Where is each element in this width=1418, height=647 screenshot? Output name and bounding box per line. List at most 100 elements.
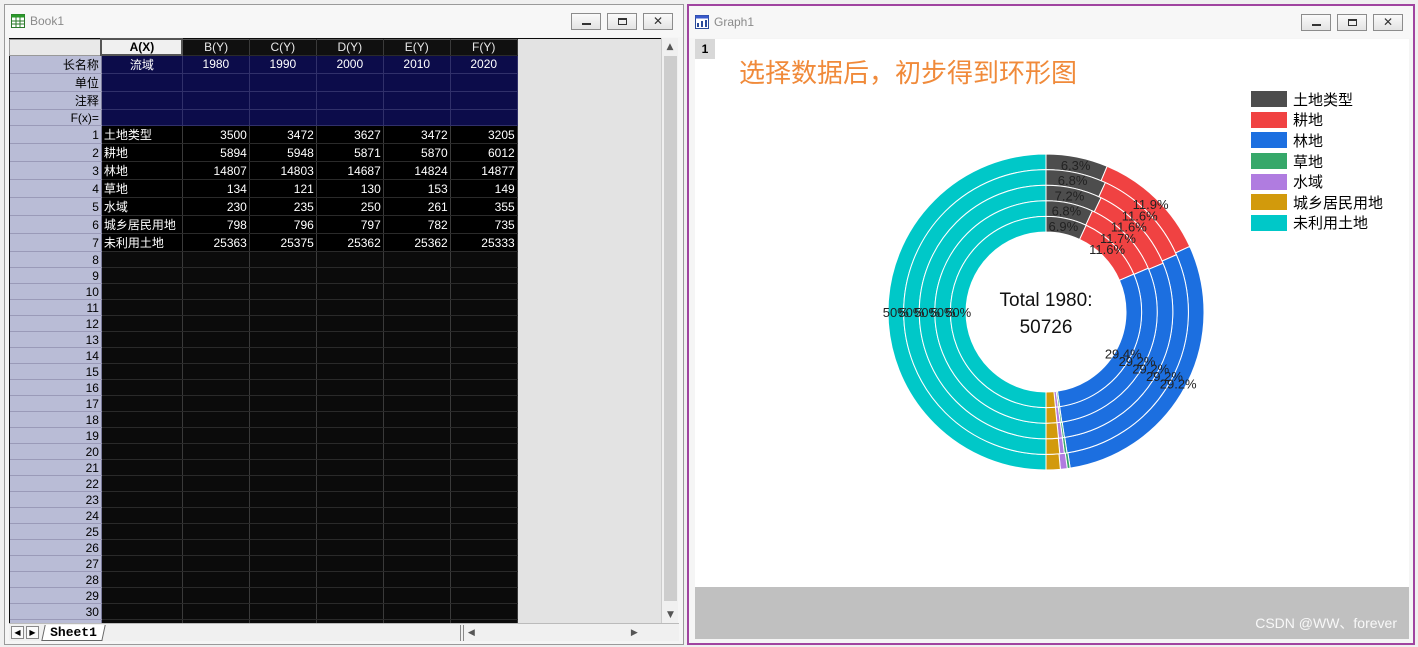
- legend-item[interactable]: 草地: [1251, 151, 1383, 172]
- column-header-4[interactable]: E(Y): [382, 38, 451, 56]
- table-row[interactable]: 21: [9, 459, 661, 476]
- donut-slice[interactable]: [1045, 406, 1058, 424]
- row-header[interactable]: 14: [9, 347, 102, 364]
- table-row[interactable]: 15: [9, 363, 661, 380]
- grid-cell[interactable]: [249, 331, 317, 348]
- legend-item[interactable]: 耕地: [1251, 110, 1383, 131]
- grid-cell[interactable]: [450, 475, 518, 492]
- row-header[interactable]: 8: [9, 251, 102, 268]
- workbook-window[interactable]: Book1 ✕ A(X) B(Y) C(Y) D(Y) E(Y) F(Y) 长名称 流域 19…: [4, 4, 684, 645]
- grid-cell[interactable]: [316, 443, 384, 460]
- table-row[interactable]: 16: [9, 379, 661, 396]
- grid-cell[interactable]: [316, 363, 384, 380]
- row-header[interactable]: 5: [9, 197, 102, 216]
- grid-cell[interactable]: [316, 459, 384, 476]
- grid-cell[interactable]: 25362: [316, 233, 384, 252]
- row-header[interactable]: 2: [9, 143, 102, 162]
- minimize-button[interactable]: [571, 12, 601, 30]
- grid-cell[interactable]: [316, 475, 384, 492]
- maximize-button[interactable]: [607, 12, 637, 30]
- grid-cell[interactable]: [450, 523, 518, 540]
- grid-cell[interactable]: [383, 73, 451, 92]
- donut-slice[interactable]: [1045, 422, 1060, 440]
- table-row[interactable]: 29: [9, 587, 661, 604]
- row-header[interactable]: 15: [9, 363, 102, 380]
- grid-cell[interactable]: [249, 283, 317, 300]
- grid-cell[interactable]: 355: [450, 197, 518, 216]
- grid-cell[interactable]: 782: [383, 215, 451, 234]
- row-header[interactable]: 16: [9, 379, 102, 396]
- donut-slice[interactable]: [1045, 437, 1061, 455]
- grid-cell[interactable]: [249, 315, 317, 332]
- grid-cell[interactable]: 134: [182, 179, 250, 198]
- grid-cell[interactable]: 14877: [450, 161, 518, 180]
- grid-cell[interactable]: [383, 459, 451, 476]
- grid-cell[interactable]: 25362: [383, 233, 451, 252]
- table-row[interactable]: 10: [9, 283, 661, 300]
- scroll-left-icon[interactable]: ◀: [468, 628, 475, 638]
- grid-cell[interactable]: [383, 603, 451, 620]
- table-row[interactable]: 23: [9, 491, 661, 508]
- row-header[interactable]: 12: [9, 315, 102, 332]
- grid-cell[interactable]: 149: [450, 179, 518, 198]
- grid-cell[interactable]: [182, 587, 250, 604]
- grid-cell[interactable]: [101, 427, 183, 444]
- grid-cell[interactable]: [450, 379, 518, 396]
- grid-cell[interactable]: [249, 91, 317, 110]
- grid-cell[interactable]: [450, 347, 518, 364]
- grid-cell[interactable]: [316, 91, 384, 110]
- grid-cell[interactable]: [450, 283, 518, 300]
- grid-cell[interactable]: [249, 603, 317, 620]
- grid-cell[interactable]: [182, 491, 250, 508]
- grid-cell[interactable]: [450, 73, 518, 92]
- grid-cell[interactable]: 25375: [249, 233, 317, 252]
- grid-cell[interactable]: 1990: [249, 55, 317, 74]
- grid-cell[interactable]: [450, 331, 518, 348]
- worksheet-grid[interactable]: A(X) B(Y) C(Y) D(Y) E(Y) F(Y) 长名称 流域 1980 1990 20…: [9, 38, 661, 623]
- grid-cell[interactable]: [450, 571, 518, 588]
- row-header[interactable]: 30: [9, 603, 102, 620]
- grid-cell[interactable]: [182, 523, 250, 540]
- grid-cell[interactable]: 250: [316, 197, 384, 216]
- legend-item[interactable]: 土地类型: [1251, 89, 1383, 110]
- row-header[interactable]: F(x)=: [9, 109, 102, 126]
- grid-cell[interactable]: 14824: [383, 161, 451, 180]
- grid-cell[interactable]: [316, 299, 384, 316]
- scroll-thumb[interactable]: [664, 56, 677, 601]
- grid-cell[interactable]: [316, 523, 384, 540]
- table-row[interactable]: 注释: [9, 91, 661, 110]
- chart-legend[interactable]: 土地类型 耕地 林地 草地 水域 城乡居民用地 未利用土地: [1251, 89, 1383, 233]
- grid-cell[interactable]: 林地: [101, 161, 183, 180]
- grid-cell[interactable]: 6012: [450, 143, 518, 162]
- grid-cell[interactable]: [249, 587, 317, 604]
- grid-corner[interactable]: [9, 38, 102, 56]
- row-header[interactable]: 17: [9, 395, 102, 412]
- tab-next-icon[interactable]: ▶: [26, 626, 39, 639]
- grid-cell[interactable]: [316, 587, 384, 604]
- table-row[interactable]: 27: [9, 555, 661, 572]
- grid-cell[interactable]: [383, 299, 451, 316]
- legend-item[interactable]: 水域: [1251, 171, 1383, 192]
- grid-cell[interactable]: [450, 91, 518, 110]
- grid-cell[interactable]: [316, 571, 384, 588]
- row-header[interactable]: 26: [9, 539, 102, 556]
- grid-cell[interactable]: [101, 571, 183, 588]
- table-row[interactable]: 3 林地 14807 14803 14687 14824 14877: [9, 161, 661, 180]
- grid-cell[interactable]: [316, 539, 384, 556]
- grid-cell[interactable]: [249, 523, 317, 540]
- vertical-scrollbar[interactable]: ▲ ▼: [661, 38, 678, 623]
- grid-cell[interactable]: [383, 363, 451, 380]
- grid-cell[interactable]: [450, 315, 518, 332]
- scroll-up-icon[interactable]: ▲: [662, 38, 678, 55]
- table-row[interactable]: 单位: [9, 73, 661, 92]
- grid-cell[interactable]: [182, 427, 250, 444]
- grid-cell[interactable]: [383, 475, 451, 492]
- row-header[interactable]: 3: [9, 161, 102, 180]
- grid-cell[interactable]: [383, 347, 451, 364]
- table-row[interactable]: 9: [9, 267, 661, 284]
- grid-cell[interactable]: 城乡居民用地: [101, 215, 183, 234]
- grid-cell[interactable]: [450, 109, 518, 126]
- donut-slice[interactable]: [1045, 391, 1056, 409]
- column-header-1[interactable]: B(Y): [181, 38, 250, 56]
- graph-titlebar[interactable]: Graph1 ✕: [689, 6, 1413, 38]
